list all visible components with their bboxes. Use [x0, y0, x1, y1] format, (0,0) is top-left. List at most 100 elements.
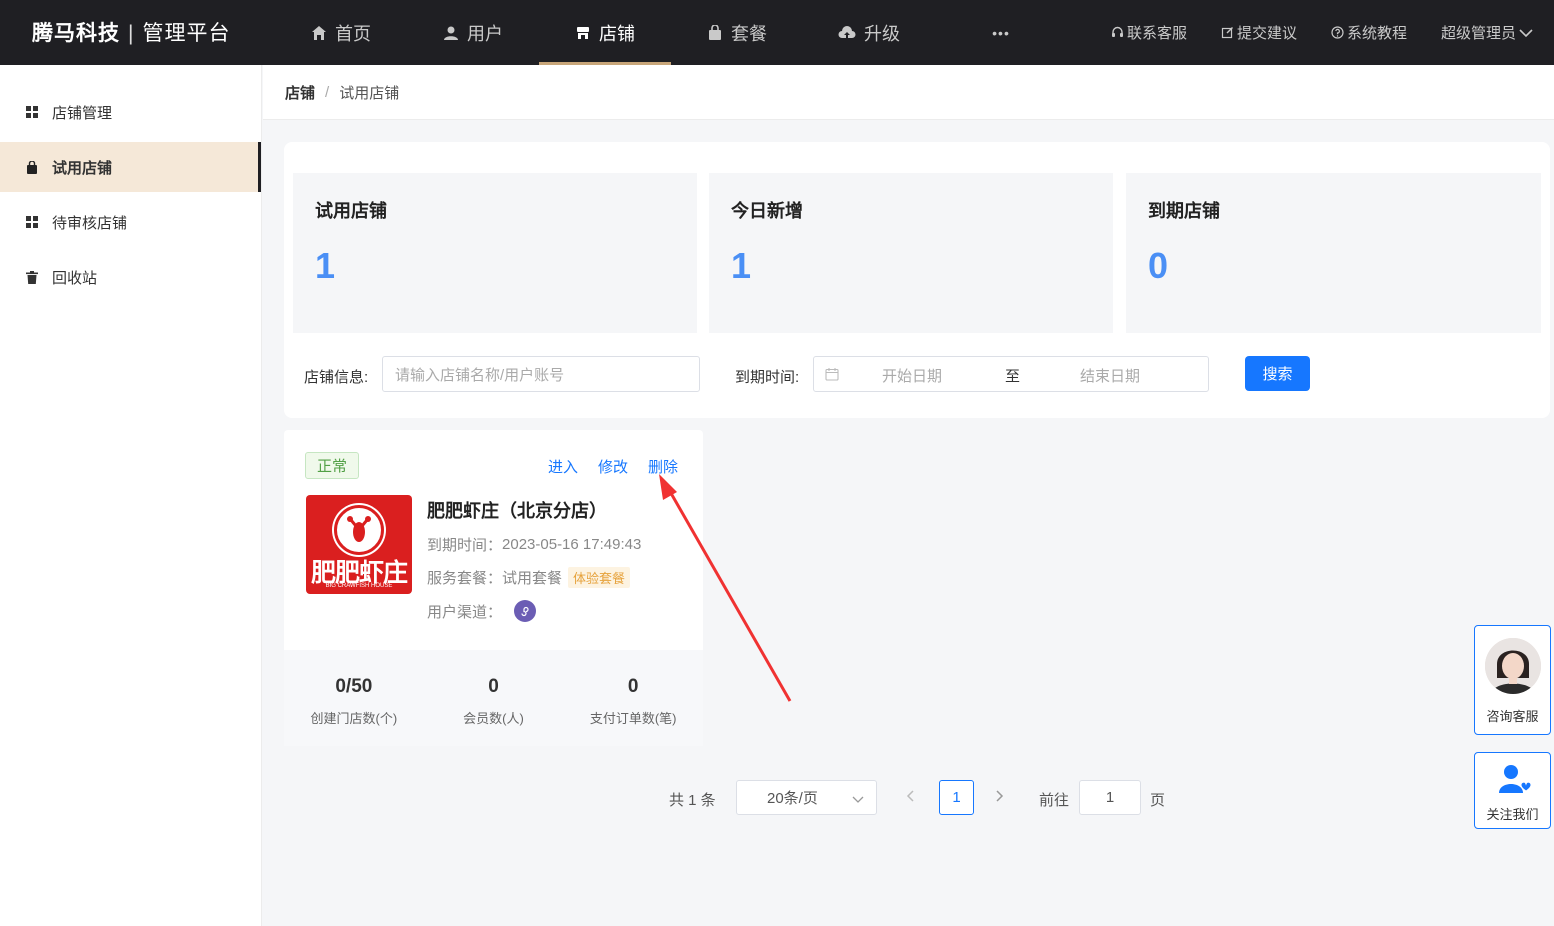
- goto-page-input[interactable]: 1: [1079, 780, 1141, 815]
- store-card-stats: 0/50 创建门店数(个) 0 会员数(人) 0 支付订单数(笔): [284, 650, 703, 746]
- top-right-links: 联系客服 提交建议 系统教程 超级管理员: [1077, 0, 1536, 65]
- store-card: 正常 进入 修改 删除 肥肥虾庄 BIG CRAWFISH HOUSE 肥肥虾庄…: [284, 430, 703, 746]
- consult-support-widget[interactable]: 咨询客服: [1474, 625, 1551, 735]
- user-menu[interactable]: 超级管理员: [1441, 22, 1536, 43]
- breadcrumb-root[interactable]: 店铺: [285, 82, 315, 103]
- package-label: 服务套餐：: [427, 570, 503, 587]
- main-nav: 首页 用户 店铺 套餐 升级 •••: [275, 0, 1067, 65]
- nav-store[interactable]: 店铺: [539, 0, 671, 65]
- brand-logo[interactable]: 腾马科技 | 管理平台: [32, 17, 230, 47]
- chevron-down-icon: [852, 792, 864, 809]
- store-name: 肥肥虾庄（北京分店）: [427, 501, 607, 521]
- store-package-row: 服务套餐： 试用套餐 体验套餐: [427, 567, 631, 588]
- logo-english-text: BIG CRAWFISH HOUSE: [325, 583, 393, 589]
- store-icon: [575, 25, 591, 41]
- nav-home-label: 首页: [335, 23, 371, 44]
- start-date-input[interactable]: 开始日期: [882, 365, 942, 386]
- store-actions: 进入 修改 删除: [528, 456, 678, 477]
- expire-label: 到期时间：: [427, 537, 503, 554]
- stat-label: 支付订单数(笔): [589, 711, 677, 726]
- nav-package-label: 套餐: [731, 23, 767, 44]
- headset-icon: [1111, 26, 1124, 39]
- page-size-select[interactable]: 20条/页: [736, 780, 877, 815]
- sidebar-item-recycle-bin[interactable]: 回收站: [0, 252, 261, 302]
- feedback-link[interactable]: 提交建议: [1221, 22, 1297, 43]
- stat-value: 1: [315, 245, 336, 286]
- help-circle-icon: [1331, 26, 1344, 39]
- stat-card-trial-stores: 试用店铺 1: [293, 173, 697, 333]
- sidebar-item-store-management[interactable]: 店铺管理: [0, 87, 261, 137]
- next-page-button[interactable]: [995, 789, 1005, 807]
- sidebar-item-pending-review[interactable]: 待审核店铺: [0, 197, 261, 247]
- stat-branch-count: 0/50 创建门店数(个): [284, 650, 424, 746]
- nav-home[interactable]: 首页: [275, 0, 407, 65]
- stat-label: 今日新增: [731, 201, 803, 221]
- stat-order-count: 0 支付订单数(笔): [563, 650, 703, 746]
- edit-store-link[interactable]: 修改: [598, 456, 628, 477]
- store-expire-row: 到期时间： 2023-05-16 17:49:43: [427, 534, 641, 555]
- end-date-input[interactable]: 结束日期: [1080, 365, 1140, 386]
- enter-store-link[interactable]: 进入: [548, 456, 578, 477]
- cloud-upload-icon: [838, 25, 856, 41]
- follow-us-widget[interactable]: 关注我们: [1474, 752, 1551, 829]
- sidebar-item-label: 店铺管理: [52, 104, 113, 122]
- range-separator: 至: [1005, 368, 1021, 385]
- stat-value: 0: [488, 676, 499, 697]
- stat-card-today-new: 今日新增 1: [709, 173, 1113, 333]
- page-size-value: 20条/页: [767, 790, 818, 807]
- top-nav-bar: 腾马科技 | 管理平台 首页 用户 店铺 套餐 升级 ••• 联系客服 提交建议…: [0, 0, 1554, 65]
- trash-icon: [26, 270, 40, 284]
- breadcrumb-current: 试用店铺: [339, 84, 400, 102]
- stat-value: 1: [731, 245, 752, 286]
- goto-suffix: 页: [1150, 792, 1166, 809]
- nav-user[interactable]: 用户: [407, 0, 539, 65]
- home-icon: [311, 25, 327, 41]
- tutorial-label: 系统教程: [1346, 25, 1407, 42]
- crawfish-emblem-icon: [334, 505, 384, 555]
- store-info-input[interactable]: 请输入店铺名称/用户账号: [382, 356, 700, 392]
- follow-user-icon: [1497, 763, 1531, 795]
- stat-card-expired: 到期店铺 0: [1126, 173, 1541, 333]
- brand-separator: |: [128, 22, 135, 45]
- consult-support-label: 咨询客服: [1486, 709, 1539, 724]
- status-badge: 正常: [305, 452, 360, 479]
- summary-panel: 试用店铺 1 今日新增 1 到期店铺 0 店铺信息: 请输入店铺名称/用户账号 …: [284, 142, 1550, 418]
- stat-label: 试用店铺: [315, 201, 387, 221]
- breadcrumb: 店铺 / 试用店铺: [263, 65, 1554, 120]
- prev-page-button[interactable]: [905, 789, 915, 807]
- grid-icon: [26, 106, 40, 118]
- nav-upgrade[interactable]: 升级: [803, 0, 935, 65]
- bag-icon: [707, 24, 723, 41]
- sidebar-item-trial-stores[interactable]: 试用店铺: [0, 142, 261, 192]
- stat-member-count: 0 会员数(人): [424, 650, 564, 746]
- store-info-label: 店铺信息:: [304, 369, 369, 386]
- page-number-current[interactable]: 1: [939, 780, 974, 815]
- nav-package[interactable]: 套餐: [671, 0, 803, 65]
- support-agent-avatar: [1485, 638, 1541, 694]
- package-tag: 体验套餐: [568, 567, 631, 588]
- tutorial-link[interactable]: 系统教程: [1331, 22, 1407, 43]
- nav-upgrade-label: 升级: [864, 23, 900, 44]
- sidebar-item-label: 试用店铺: [52, 159, 113, 177]
- store-info-placeholder: 请输入店铺名称/用户账号: [395, 366, 565, 384]
- expire-value: 2023-05-16 17:49:43: [502, 536, 642, 553]
- package-value: 试用套餐: [502, 570, 563, 587]
- grid-icon: [26, 216, 40, 228]
- store-logo: 肥肥虾庄 BIG CRAWFISH HOUSE: [306, 495, 412, 594]
- nav-user-label: 用户: [467, 23, 503, 44]
- expire-time-label: 到期时间:: [735, 369, 800, 386]
- channel-label: 用户渠道：: [427, 603, 503, 621]
- stat-label: 会员数(人): [463, 711, 524, 726]
- contact-support-link[interactable]: 联系客服: [1111, 22, 1187, 43]
- bag-icon: [26, 160, 40, 174]
- chevron-down-icon: [1519, 28, 1533, 38]
- nav-more[interactable]: •••: [935, 0, 1067, 65]
- expire-date-range-picker[interactable]: 开始日期 至 结束日期: [813, 356, 1209, 392]
- search-button[interactable]: 搜索: [1245, 356, 1310, 391]
- user-menu-label: 超级管理员: [1440, 25, 1516, 42]
- feedback-label: 提交建议: [1236, 25, 1297, 42]
- nav-store-label: 店铺: [599, 23, 635, 44]
- delete-store-link[interactable]: 删除: [648, 456, 678, 477]
- store-channel-row: 用户渠道：: [427, 600, 537, 622]
- sidebar-item-label: 待审核店铺: [52, 214, 128, 232]
